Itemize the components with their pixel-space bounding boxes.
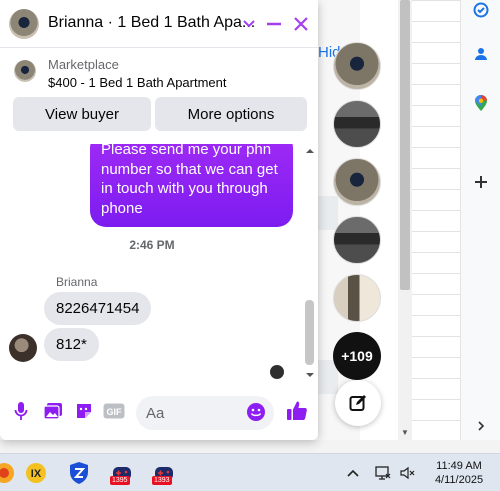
minimize-icon[interactable] xyxy=(264,14,284,34)
message-scrollbar-thumb[interactable] xyxy=(305,300,314,365)
expand-panel-chevron-icon[interactable] xyxy=(471,416,491,436)
chat-header[interactable]: Brianna · 1 Bed 1 Bath Apa... xyxy=(0,0,318,48)
conversation-avatar xyxy=(9,9,39,39)
sender-avatar[interactable] xyxy=(9,334,37,362)
listing-banner: Marketplace $400 - 1 Bed 1 Bath Apartmen… xyxy=(0,48,318,144)
volume-muted-icon[interactable] xyxy=(400,465,416,481)
photo-icon[interactable] xyxy=(42,400,64,422)
message-input[interactable] xyxy=(136,396,236,430)
shield-app-icon[interactable] xyxy=(67,461,91,485)
chat-head[interactable] xyxy=(333,216,381,264)
listing-title[interactable]: $400 - 1 Bed 1 Bath Apartment xyxy=(48,75,227,90)
svg-text:GIF: GIF xyxy=(107,407,123,417)
marketplace-label: Marketplace xyxy=(48,57,119,72)
notification-badge: 1395 xyxy=(110,476,130,485)
contacts-icon[interactable] xyxy=(471,44,491,64)
chat-head[interactable] xyxy=(333,158,381,206)
more-options-button[interactable]: More options xyxy=(155,97,307,131)
conversation-title[interactable]: Brianna · 1 Bed 1 Bath Apa... xyxy=(48,14,255,32)
system-clock[interactable]: 11:49 AM 4/11/2025 xyxy=(420,459,498,487)
chat-head[interactable] xyxy=(333,42,381,90)
page-scrollbar-thumb[interactable] xyxy=(400,0,410,290)
seen-indicator-avatar xyxy=(270,365,284,379)
chat-heads-column: +109 xyxy=(333,42,381,390)
browser-app-icon[interactable] xyxy=(0,461,16,485)
incoming-message: 812* xyxy=(44,328,99,361)
close-icon[interactable] xyxy=(291,14,311,34)
more-chats-button[interactable]: +109 xyxy=(333,332,381,380)
clock-date: 4/11/2025 xyxy=(434,474,484,486)
emoji-icon[interactable] xyxy=(246,402,268,424)
chat-head[interactable] xyxy=(333,274,381,322)
side-panel xyxy=(460,0,500,440)
new-message-button[interactable] xyxy=(335,380,381,426)
chat-window: Brianna · 1 Bed 1 Bath Apa... Marketplac… xyxy=(0,0,318,440)
sender-name: Brianna xyxy=(56,275,98,289)
spreadsheet-grid xyxy=(410,0,460,440)
tasks-icon[interactable] xyxy=(471,0,491,20)
view-buyer-button[interactable]: View buyer xyxy=(13,97,151,131)
notification-badge: 1393 xyxy=(152,476,172,485)
taskbar: IX 1395 1393 11:49 AM 4/11/2025 xyxy=(0,453,500,491)
like-icon[interactable] xyxy=(285,399,309,423)
chat-head[interactable] xyxy=(333,100,381,148)
maps-icon[interactable] xyxy=(471,93,491,113)
show-hidden-icons-chevron-icon[interactable] xyxy=(345,465,361,481)
message-timestamp: 2:46 PM xyxy=(129,238,175,252)
sticker-icon[interactable] xyxy=(73,400,95,422)
outgoing-message: Please send me your phn number so that w… xyxy=(90,144,293,227)
scroll-down-arrow-icon[interactable]: ▼ xyxy=(398,426,412,440)
svg-text:IX: IX xyxy=(31,468,42,480)
message-input-container[interactable] xyxy=(136,396,274,430)
message-list[interactable]: Please send me your phn number so that w… xyxy=(0,144,318,384)
ix-app-icon[interactable]: IX xyxy=(24,461,48,485)
add-addon-icon[interactable] xyxy=(471,172,491,192)
clock-time: 11:49 AM xyxy=(436,460,482,472)
listing-thumbnail[interactable] xyxy=(14,60,36,82)
network-icon[interactable] xyxy=(375,465,391,481)
chevron-down-icon[interactable] xyxy=(239,14,259,34)
screen: Hid ▼ +109 Brianna · 1 Bed 1 Bath Apa...… xyxy=(0,0,500,491)
compose-icon xyxy=(349,395,366,411)
gif-icon[interactable]: GIF xyxy=(103,400,125,422)
incoming-message: 8226471454 xyxy=(44,292,152,325)
microphone-icon[interactable] xyxy=(10,400,32,422)
